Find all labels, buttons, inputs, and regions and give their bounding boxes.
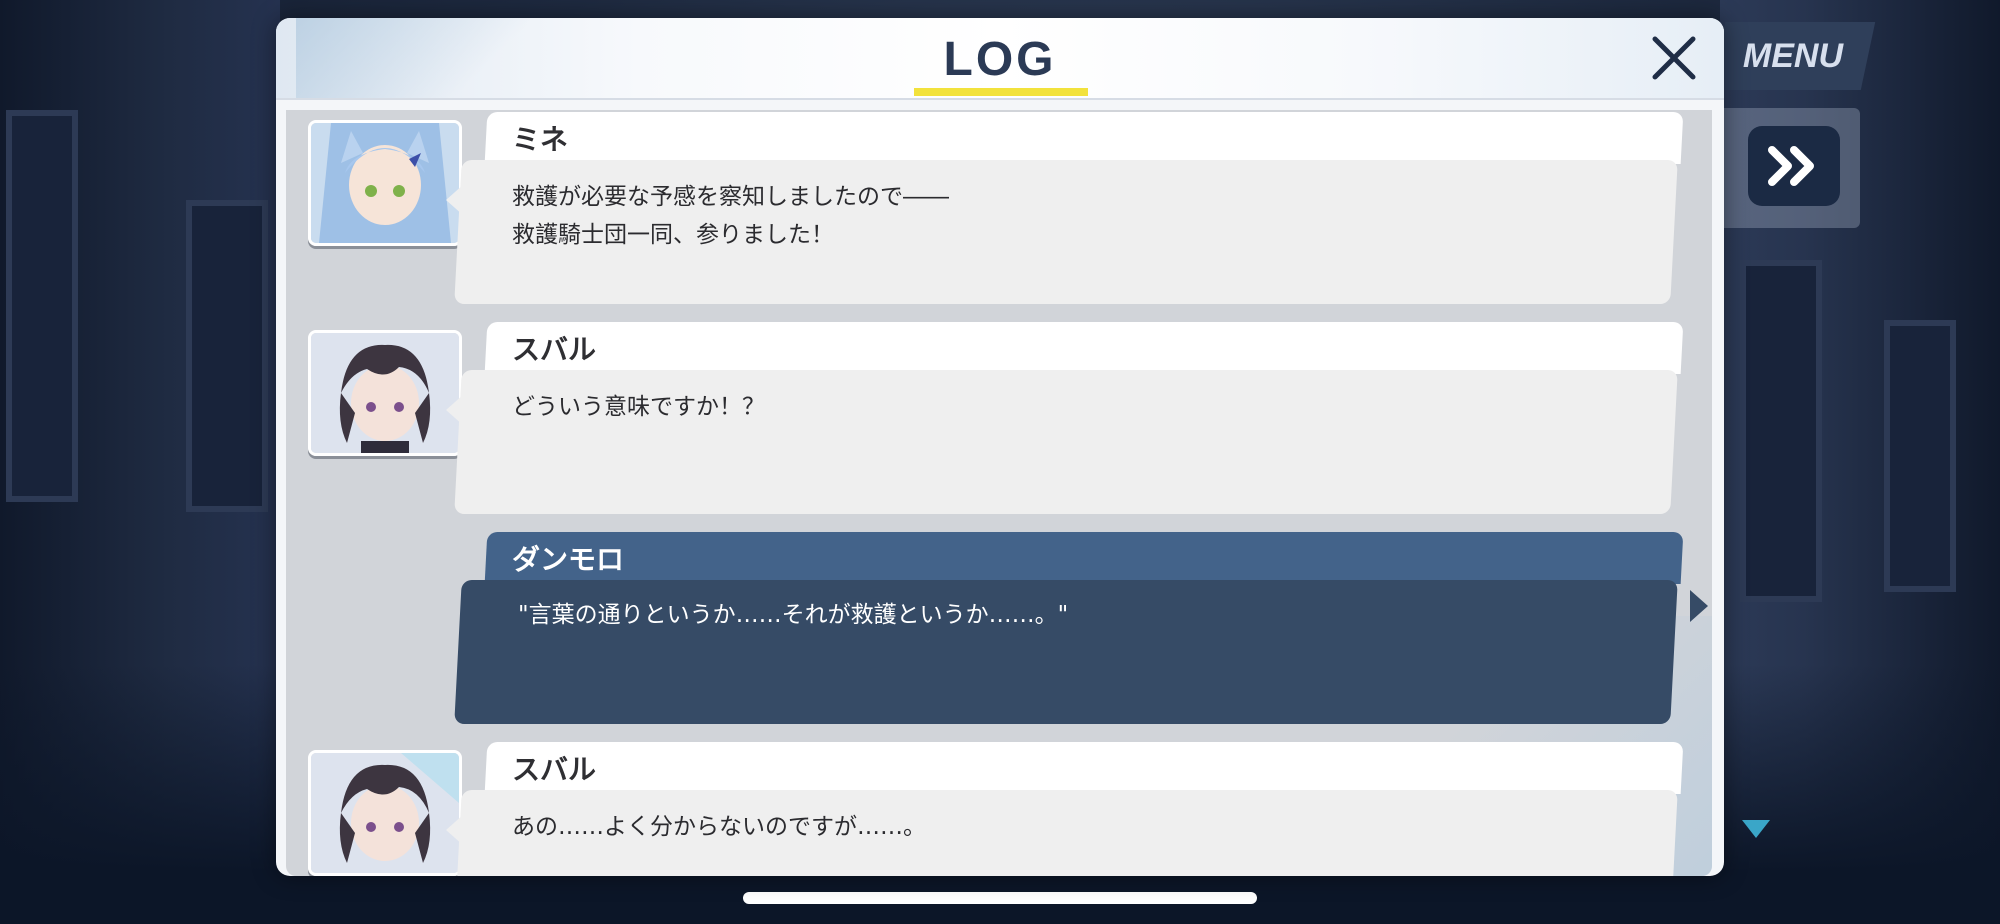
background-window (6, 110, 78, 502)
name-bar (484, 112, 1684, 164)
log-list[interactable]: ミネ 救護が必要な予感を察知しましたので―― 救護騎士団一同、参りました！ スバ… (286, 110, 1712, 876)
dialogue-text: 救護が必要な予感を察知しましたので―― 救護騎士団一同、参りました！ (512, 178, 1612, 254)
log-entry: スバル あの……よく分からないのですが……。 (286, 740, 1712, 876)
dialogue-line: 救護騎士団一同、参りました！ (512, 222, 834, 248)
speaker-name: スバル (512, 333, 597, 366)
dialogue-text: "言葉の通りというか……それが救護というか……。" (518, 596, 1618, 634)
menu-button[interactable]: MENU (1710, 22, 1876, 90)
avatar-subaru (308, 330, 462, 456)
double-chevron-right-icon (1768, 146, 1814, 186)
log-entry: ミネ 救護が必要な予感を察知しましたので―― 救護騎士団一同、参りました！ (286, 110, 1712, 310)
close-icon (1652, 36, 1696, 80)
subaru-portrait-image (311, 753, 459, 873)
speaker-name: ダンモロ (512, 543, 625, 576)
name-bar (484, 742, 1684, 794)
name-bar (484, 532, 1684, 584)
avatar-mine (308, 120, 462, 246)
dialogue-line: あの……よく分からないのですが……。 (512, 814, 926, 840)
bubble-tail (1690, 590, 1708, 622)
mine-portrait-image (311, 123, 459, 243)
name-bar (484, 322, 1684, 374)
log-entry: スバル どういう意味ですか！？ (286, 320, 1712, 520)
log-title: LOG (943, 33, 1057, 86)
background-window (186, 200, 268, 512)
dialogue-line: どういう意味ですか！？ (512, 394, 765, 420)
background-window (1884, 320, 1956, 592)
subaru-portrait-image (311, 333, 459, 453)
avatar-subaru (308, 750, 462, 876)
speaker-name: ミネ (512, 123, 569, 156)
log-dialog: LOG ミネ 救護が必要な予感を察知しましたので―― 救護騎士団一同、参りました… (276, 18, 1724, 876)
log-entry-player: ダンモロ "言葉の通りというか……それが救護というか……。" (286, 530, 1712, 730)
title-underline (914, 88, 1088, 96)
speaker-name: スバル (512, 753, 597, 786)
scroll-down-indicator-icon (1742, 820, 1770, 838)
log-header: LOG (276, 18, 1724, 100)
close-button[interactable] (1646, 30, 1702, 86)
background-window (1740, 260, 1822, 602)
home-indicator[interactable] (743, 892, 1257, 904)
dialogue-line: 救護が必要な予感を察知しましたので―― (512, 184, 949, 210)
skip-button[interactable] (1748, 126, 1840, 206)
dialogue-text: あの……よく分からないのですが……。 (512, 808, 1612, 846)
dialogue-line: "言葉の通りというか……それが救護というか……。" (518, 602, 1069, 628)
dialogue-text: どういう意味ですか！？ (512, 388, 1612, 426)
menu-button-label: MENU (1742, 36, 1844, 75)
